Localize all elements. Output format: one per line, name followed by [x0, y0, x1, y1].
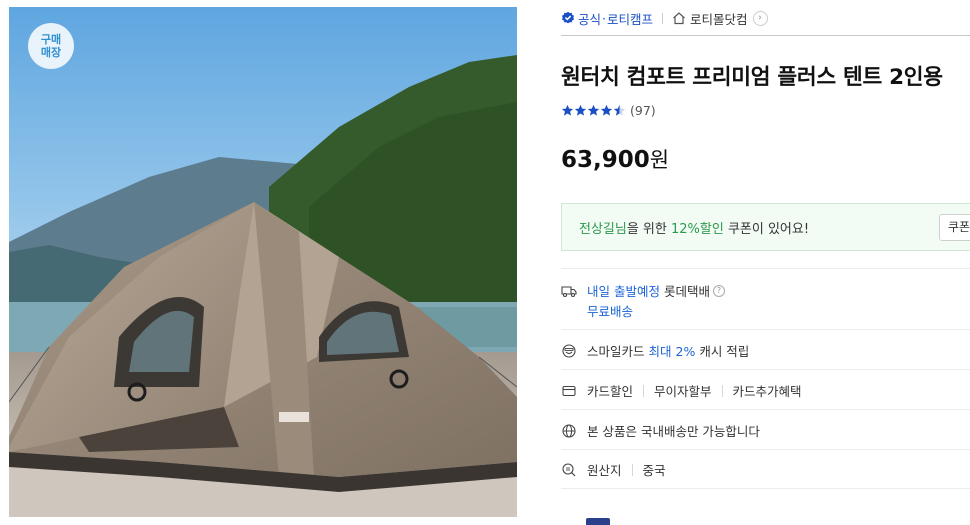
price-unit: 원	[649, 148, 670, 172]
origin-row: 원산지 중국	[561, 460, 666, 479]
origin-label: 원산지	[587, 463, 622, 478]
smilecard-highlight: 최대 2%	[648, 344, 696, 359]
help-icon[interactable]: ?	[713, 284, 725, 297]
smile-icon	[562, 343, 576, 358]
divider	[561, 369, 970, 370]
truck-icon	[561, 285, 577, 297]
bottom-banner-thumbnail[interactable]	[586, 518, 610, 525]
store-name: 로티캠프	[607, 11, 654, 27]
card-discount-link[interactable]: 카드할인	[587, 381, 633, 400]
smilecard-label: 스마일카드	[587, 344, 645, 359]
divider	[631, 463, 633, 476]
coupon-text-end: 쿠폰이 있어요!	[723, 221, 810, 237]
divider	[561, 268, 970, 269]
product-info-panel: 공식 · 로티캠프 로티몰닷컴 › 원터치 컴포트 프리미엄 플러스 텐트 2인용 …	[561, 0, 970, 525]
store-row: 공식 · 로티캠프 로티몰닷컴 ›	[561, 9, 768, 27]
tent-photo	[9, 7, 517, 517]
check-badge-icon	[562, 11, 574, 24]
coupon-text-mid: 을 위한	[626, 221, 671, 237]
card-icon	[562, 385, 576, 396]
divider	[561, 488, 970, 489]
shipping-fee-row: 무료배송	[587, 301, 633, 320]
smilecard-suffix: 캐시 적립	[699, 344, 750, 359]
product-image[interactable]: 구매매장	[9, 7, 517, 517]
official-store-link[interactable]: 공식 · 로티캠프	[561, 9, 653, 28]
installment-link[interactable]: 무이자할부	[654, 381, 712, 400]
domestic-notice: 본 상품은 국내배송만 가능합니다	[587, 424, 760, 439]
smilecard-row: 스마일카드 최대 2% 캐시 적립	[561, 341, 749, 360]
review-count[interactable]: (97)	[630, 103, 656, 118]
star-icon	[574, 104, 587, 116]
shipping-fee: 무료배송	[587, 304, 634, 319]
price-value: 63,900	[561, 147, 650, 173]
mall-link[interactable]: 로티몰닷컴 ›	[672, 9, 768, 28]
store-badge: 구매매장	[28, 23, 74, 69]
card-benefits-row: 카드할인 무이자할부 카드추가혜택	[561, 381, 802, 400]
star-icon	[587, 104, 600, 116]
search-doc-icon	[562, 462, 576, 476]
official-label: 공식	[578, 11, 602, 27]
coupon-discount: 12%할인	[671, 221, 724, 237]
coupon-banner: 전상길님을 위한 12%할인 쿠폰이 있어요! 쿠폰받기	[561, 203, 970, 251]
star-icon	[600, 104, 613, 116]
domestic-row: 본 상품은 국내배송만 가능합니다	[561, 421, 760, 440]
divider	[561, 449, 970, 450]
star-icon	[561, 104, 574, 116]
shipping-row: 내일 출발예정 롯데택배 ?	[561, 281, 725, 300]
divider	[662, 12, 664, 24]
mall-name: 로티몰닷컴	[690, 11, 748, 27]
divider	[643, 384, 645, 397]
get-coupon-button[interactable]: 쿠폰받기	[939, 214, 970, 241]
home-icon	[673, 12, 685, 25]
shipping-carrier: 롯데택배	[663, 284, 710, 299]
origin-value: 중국	[642, 463, 666, 478]
divider	[561, 409, 970, 410]
card-extra-benefit-link[interactable]: 카드추가혜택	[733, 381, 802, 400]
divider	[561, 329, 970, 330]
star-rating	[561, 104, 626, 117]
coupon-user-name: 전상길님	[579, 221, 627, 237]
divider	[561, 35, 970, 36]
divider	[721, 384, 723, 397]
chevron-right-icon[interactable]: ›	[752, 10, 768, 26]
price: 63,900원	[561, 144, 669, 174]
dot-separator: ·	[602, 10, 606, 26]
star-half-icon	[613, 104, 626, 116]
product-title: 원터치 컴포트 프리미엄 플러스 텐트 2인용	[561, 65, 943, 90]
rating[interactable]: (97)	[561, 103, 656, 118]
globe-icon	[562, 423, 576, 438]
shipping-schedule: 내일 출발예정	[587, 284, 660, 299]
